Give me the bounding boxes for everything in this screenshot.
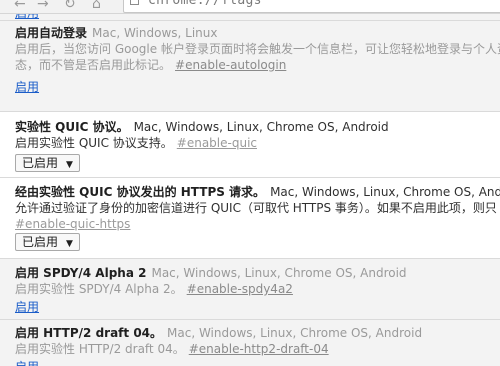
enable-link[interactable]: 启用 <box>15 359 39 366</box>
flag-title: 启用 SPDY/4 Alpha 2 <box>15 266 147 280</box>
flag-description: 启用实验性 SPDY/4 Alpha 2。 <box>15 282 183 296</box>
enable-link[interactable]: 启用 <box>15 79 39 95</box>
flag-title: 经由实验性 QUIC 协议发出的 HTTPS 请求。 <box>15 185 266 199</box>
reload-icon[interactable]: ↻ <box>64 0 76 11</box>
flag-anchor-link[interactable]: #enable-autologin <box>175 58 286 72</box>
flag-anchor-link[interactable]: #enable-http2-draft-04 <box>189 342 329 356</box>
forward-arrow-icon[interactable]: → <box>37 0 49 11</box>
flag-description: 态，而不管是否启用此标记。 <box>15 58 172 72</box>
flag-description: 允许通过验证了身份的加密信道进行 QUIC（可取代 HTTPS 事务）。如果不启… <box>15 201 497 215</box>
home-icon[interactable]: ⌂ <box>92 0 101 11</box>
flag-enable-spdy4a2: 启用 SPDY/4 Alpha 2 Mac, Windows, Linux, Ch… <box>0 258 500 321</box>
flag-enable-http2-draft-04: 启用 HTTP/2 draft 04。 Mac, Windows, Linux, … <box>0 319 500 366</box>
flag-state-select[interactable]: 已启用 ▼ <box>15 233 80 251</box>
flag-platforms: Mac, Windows, Linux, Chrome OS, Android <box>270 185 500 199</box>
select-value: 已启用 <box>22 235 59 249</box>
chevron-down-icon: ▼ <box>66 239 73 249</box>
flag-anchor-link[interactable]: #enable-quic <box>177 136 257 150</box>
flag-title: 实验性 QUIC 协议。 <box>15 120 129 134</box>
url-text[interactable]: chrome://flags <box>148 0 262 8</box>
flag-description: 启用实验性 HTTP/2 draft 04。 <box>15 342 185 356</box>
flag-state-select[interactable]: 已启用 ▼ <box>15 154 80 172</box>
flag-platforms: Mac, Windows, Linux <box>92 26 218 40</box>
flag-enable-quic: 实验性 QUIC 协议。 Mac, Windows, Linux, Chrome … <box>0 111 500 181</box>
select-value: 已启用 <box>22 156 59 170</box>
browser-toolbar: ← → ↻ ⌂ chrome://flags <box>0 0 500 14</box>
page-icon <box>130 0 139 5</box>
flag-platforms: Mac, Windows, Linux, Chrome OS, Android <box>133 120 389 134</box>
address-bar[interactable]: chrome://flags <box>123 0 500 13</box>
flag-title: 启用自动登录 <box>15 26 88 40</box>
chevron-down-icon: ▼ <box>66 160 73 170</box>
flag-platforms: Mac, Windows, Linux, Chrome OS, Android <box>167 326 423 340</box>
flag-title: 启用 HTTP/2 draft 04。 <box>15 326 163 340</box>
flag-description: 启用后，当您访问 Google 帐户登录页面时将会触发一个信息栏，可让您轻松地登… <box>15 42 500 56</box>
flag-anchor-link[interactable]: #enable-spdy4a2 <box>187 282 293 296</box>
flag-anchor-link[interactable]: #enable-quic-https <box>15 217 130 231</box>
flag-platforms: Mac, Windows, Linux, Chrome OS, Android <box>151 266 407 280</box>
flag-description: 启用实验性 QUIC 协议支持。 <box>15 136 173 150</box>
back-arrow-icon[interactable]: ← <box>14 0 26 11</box>
flag-enable-quic-https: 经由实验性 QUIC 协议发出的 HTTPS 请求。 Mac, Windows, … <box>0 177 500 259</box>
enable-link[interactable]: 启用 <box>15 299 39 315</box>
flag-enable-autologin: 启用自动登录 Mac, Windows, Linux 启用后，当您访问 Googl… <box>0 20 500 111</box>
flags-list: 启用 启用自动登录 Mac, Windows, Linux 启用后，当您访问 Go… <box>0 14 500 366</box>
